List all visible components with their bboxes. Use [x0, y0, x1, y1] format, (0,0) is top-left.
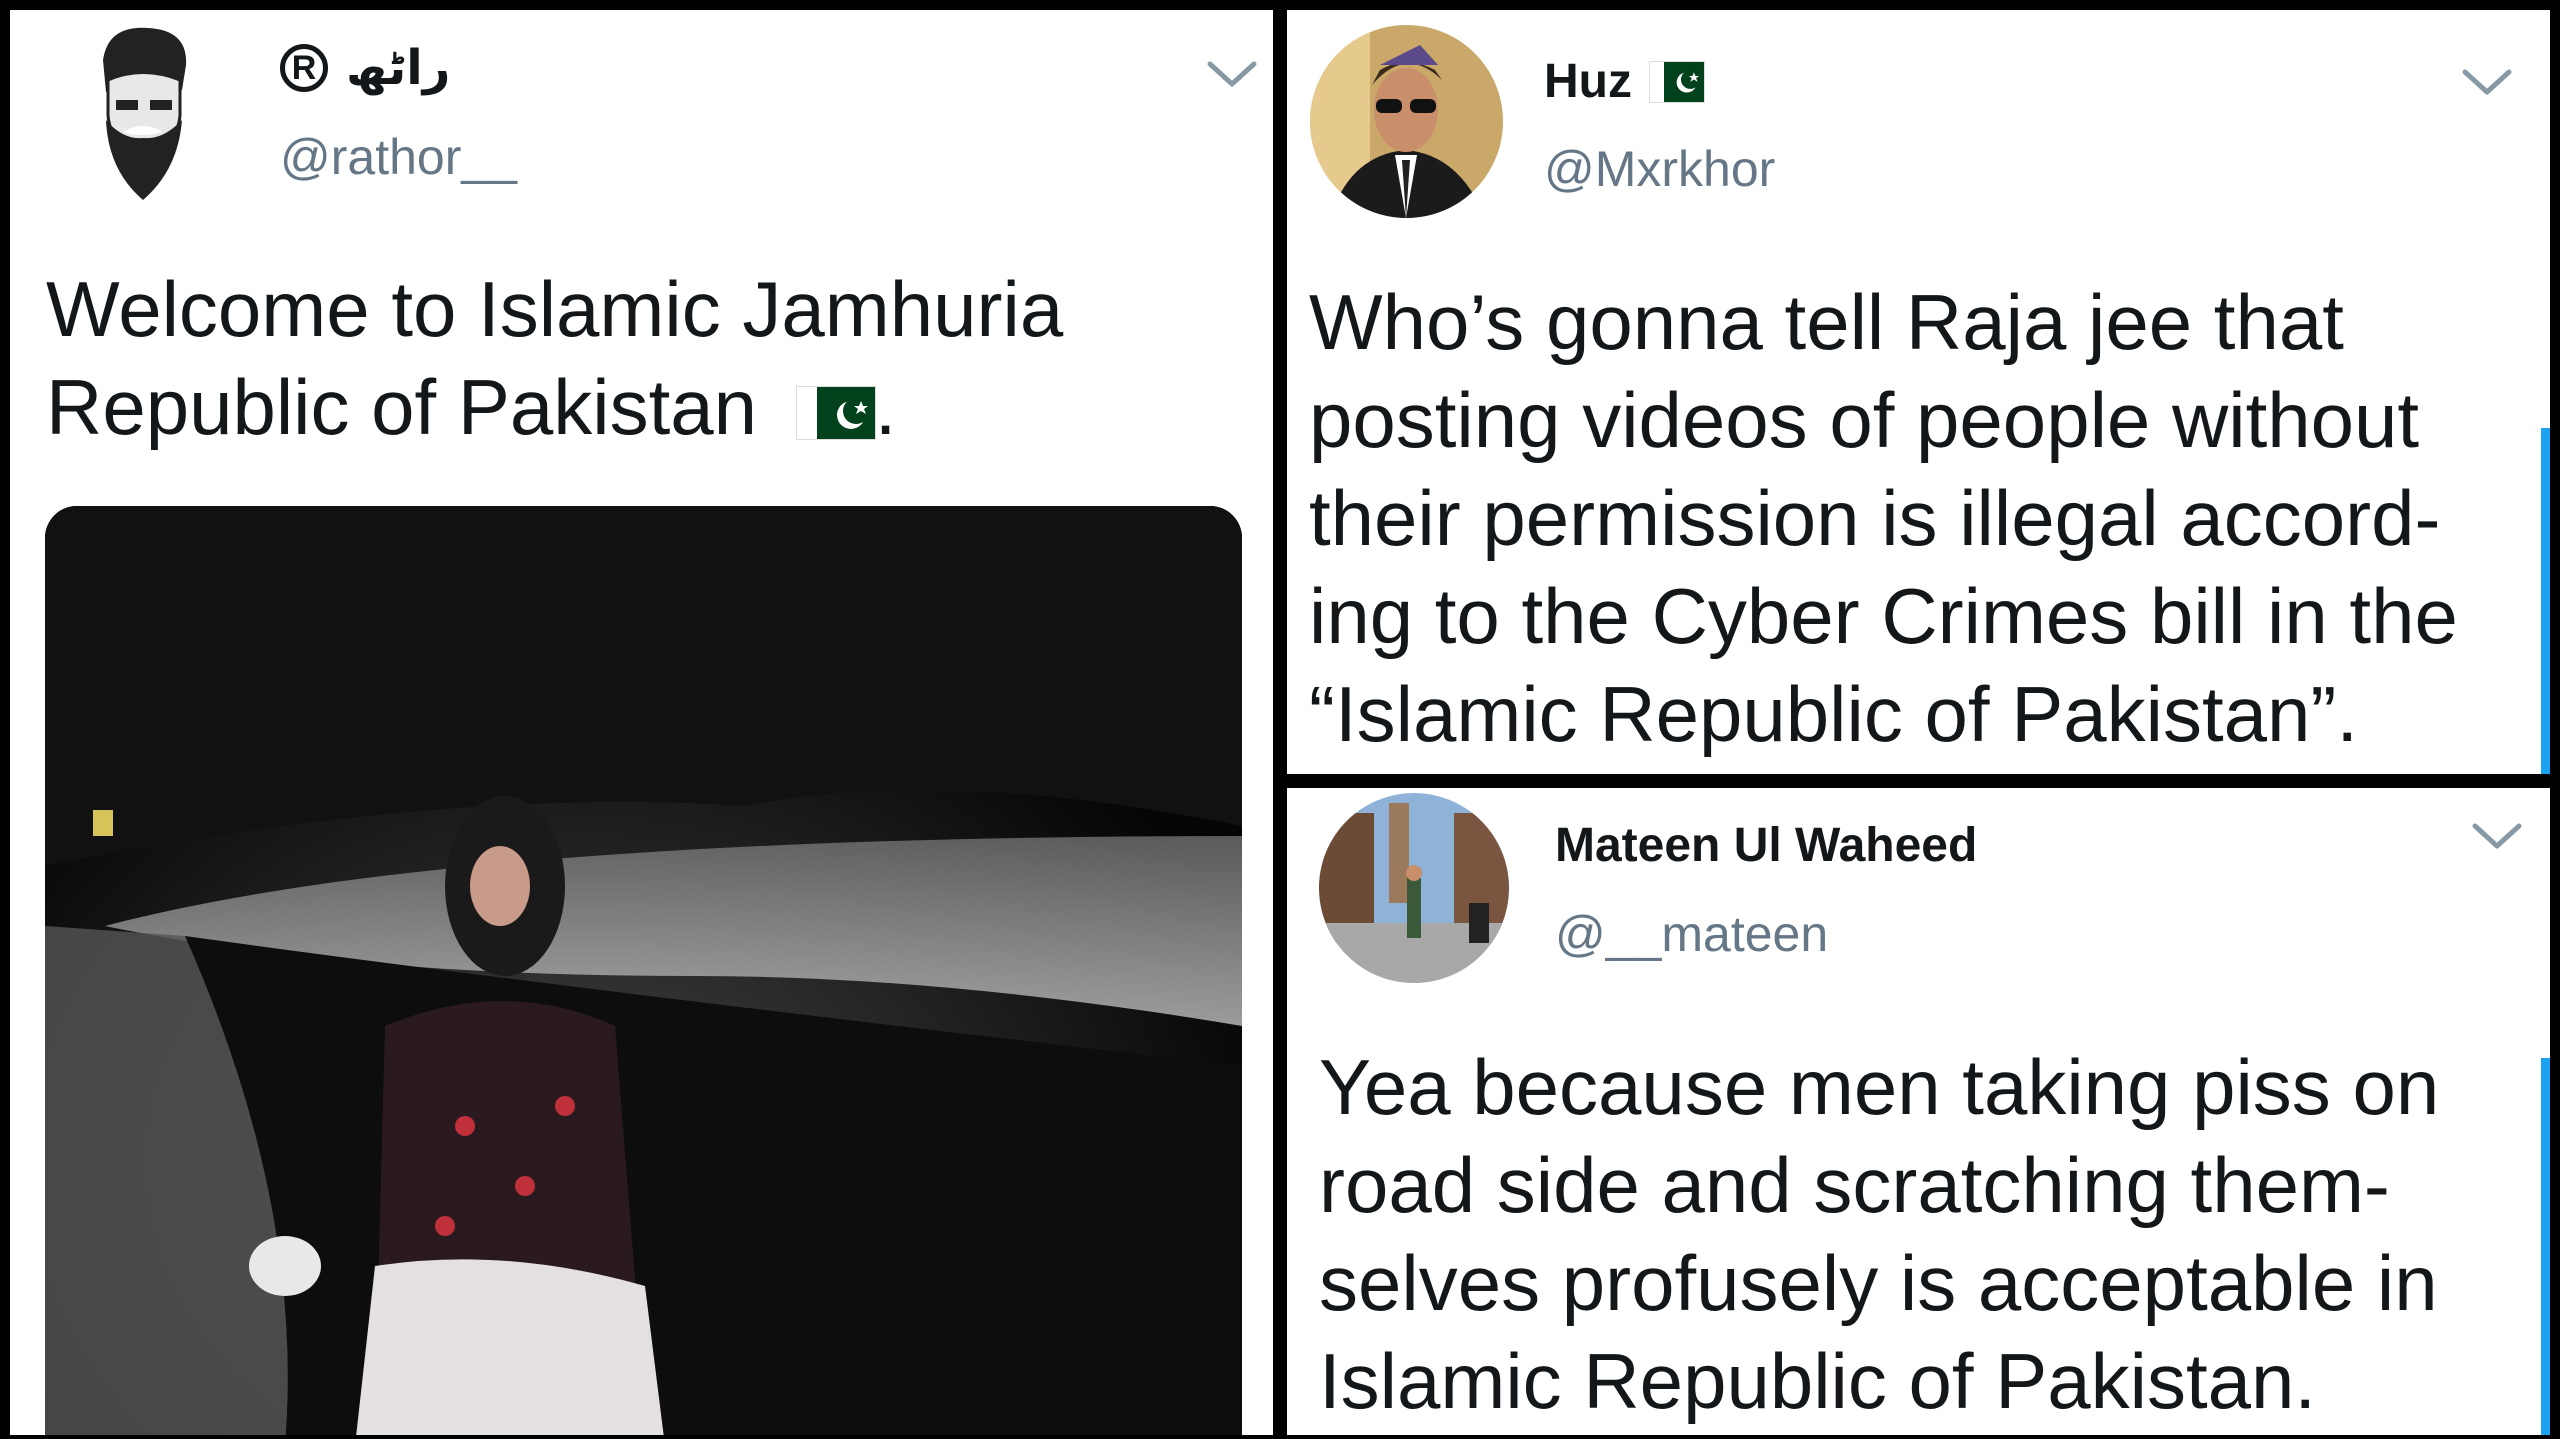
night-road-scene-image	[45, 506, 1242, 1435]
tweet-text: Yea because men taking piss on road side…	[1319, 1038, 2529, 1430]
avatar[interactable]	[78, 20, 208, 205]
tweet-text-line: Welcome to Islamic Jamhuria	[46, 265, 1064, 353]
tweet-text-line: Islamic Republic of Pakistan.	[1319, 1337, 2317, 1425]
avatar[interactable]	[1310, 25, 1503, 218]
tweet-text: Welcome to Islamic Jamhuria Republic of …	[46, 260, 1246, 456]
tweet-text: Who’s gonna tell Raja jee that posting v…	[1309, 273, 2529, 763]
tweet-text-line: Republic of Pakistan .	[46, 358, 1246, 456]
tweet-card-huz: Huz @Mxrkhor Who’s gonna tell Raja jee t…	[1287, 10, 2550, 774]
user-handle[interactable]: @rathor__	[280, 128, 517, 186]
tweet-card-mateen: Mateen Ul Waheed @__mateen Yea because m…	[1287, 788, 2550, 1435]
display-name[interactable]: Mateen Ul Waheed	[1555, 818, 1977, 873]
avatar[interactable]	[1319, 793, 1509, 983]
scrollbar[interactable]	[2541, 428, 2550, 774]
chevron-down-icon[interactable]	[1202, 54, 1262, 94]
tweet-text-line: posting videos of people without	[1309, 376, 2420, 464]
man-sunglasses-avatar-icon	[1310, 25, 1503, 218]
chevron-down-icon[interactable]	[2467, 816, 2527, 856]
tweet-text-line: selves profusely is acceptable in	[1319, 1239, 2438, 1327]
display-name[interactable]: Huz	[1544, 54, 1704, 109]
tweet-text-line: road side and scratching them-	[1319, 1141, 2390, 1229]
tweet-card-rathor: R راٹھ @rathor__ Welcome to Islamic Jamh…	[10, 10, 1273, 1435]
tweet-text-line: their permission is illegal accord-	[1309, 474, 2441, 562]
tweet-text-line: ing to the Cyber Crimes bill in the	[1309, 572, 2458, 660]
display-name[interactable]: R راٹھ	[280, 40, 450, 96]
tweet-text-line: Who’s gonna tell Raja jee that	[1309, 278, 2344, 366]
scrollbar[interactable]	[2541, 1058, 2550, 1435]
pakistan-flag-icon	[1649, 61, 1704, 102]
tweet-video-thumbnail[interactable]	[45, 506, 1242, 1435]
bearded-man-avatar-icon	[103, 27, 187, 200]
display-name-text: راٹھ	[346, 42, 451, 95]
registered-mark-icon: R	[280, 44, 328, 92]
street-photo-avatar-icon	[1319, 793, 1509, 983]
tweet-text-line: “Islamic Republic of Pakistan”.	[1309, 670, 2359, 758]
display-name-text: Huz	[1544, 55, 1632, 108]
tweet-text-fragment: .	[874, 363, 897, 451]
tweet-text-line: Yea because men taking piss on	[1319, 1043, 2440, 1131]
pakistan-flag-icon	[796, 387, 875, 440]
display-name-text: Mateen Ul Waheed	[1555, 819, 1978, 872]
user-handle[interactable]: @Mxrkhor	[1544, 140, 1775, 198]
chevron-down-icon[interactable]	[2457, 62, 2517, 102]
tweet-text-fragment: Republic of Pakistan	[46, 363, 758, 451]
user-handle[interactable]: @__mateen	[1555, 905, 1828, 963]
